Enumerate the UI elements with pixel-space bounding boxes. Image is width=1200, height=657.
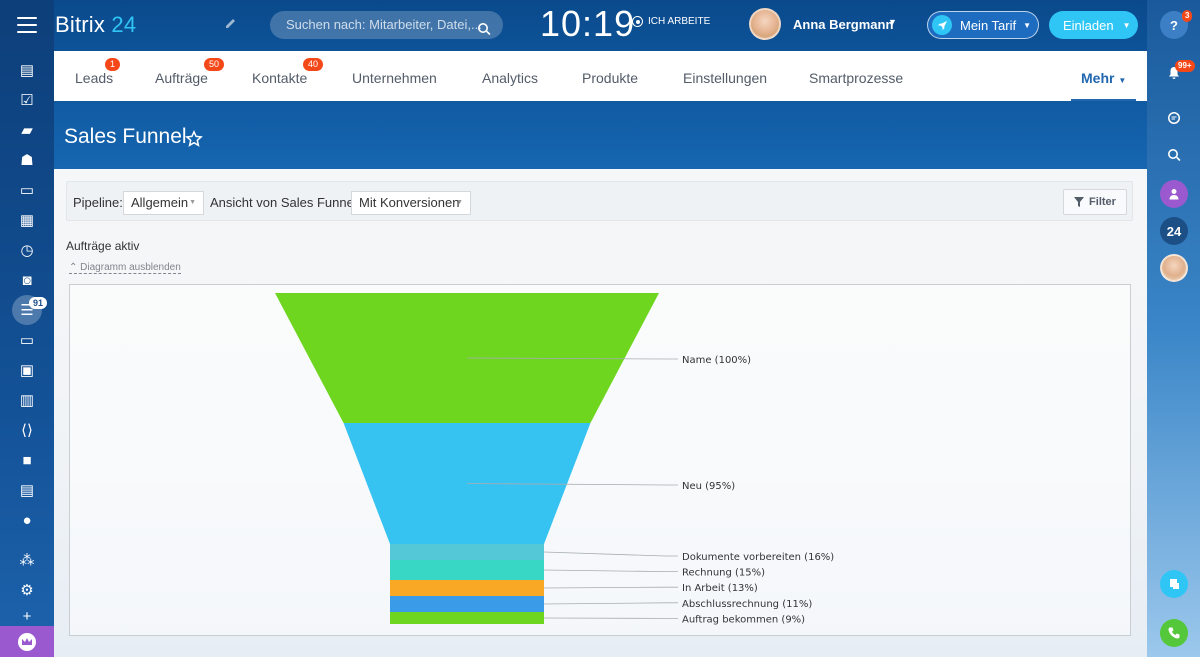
pipeline-select[interactable]: Allgemein ▼ [123, 191, 204, 215]
stage-label: Name (100%) [682, 355, 751, 366]
search-placeholder: Suchen nach: Mitarbeiter, Datei,... [286, 17, 482, 32]
sites-icon[interactable]: ▭ [17, 330, 37, 350]
chat-icon[interactable]: ▰ [17, 120, 37, 140]
stage-label: Dokumente vorbereiten (16%) [682, 552, 834, 563]
view-select[interactable]: Mit Konversionen ▼ [351, 191, 471, 215]
chevron-down-icon: ▼ [189, 199, 196, 206]
tab-produkte[interactable]: Produkte [582, 51, 638, 101]
tab-smartprozesse[interactable]: Smartprozesse [809, 51, 903, 101]
structure-icon[interactable]: ⁂ [17, 550, 37, 570]
stage-leader-line [543, 586, 678, 589]
phone-icon[interactable] [1160, 619, 1188, 647]
stage-leader-line [543, 551, 678, 557]
settings-icon[interactable]: ⚙ [17, 580, 37, 600]
funnel-stage [390, 544, 544, 560]
funnel-stage [390, 580, 544, 596]
tab-unternehmen[interactable]: Unternehmen [352, 51, 437, 101]
stage-label: In Arbeit (13%) [682, 583, 758, 594]
dev-icon[interactable]: ⟨⟩ [17, 420, 37, 440]
star-icon[interactable] [185, 129, 203, 148]
chevron-down-icon: ▼ [1122, 20, 1131, 30]
tab-auftraege[interactable]: Aufträge 50 [155, 51, 225, 101]
knowledge-icon[interactable]: ▥ [17, 390, 37, 410]
crown-icon [18, 632, 36, 651]
stage-leader-line [543, 602, 678, 605]
tab-einstellungen[interactable]: Einstellungen [683, 51, 767, 101]
search-icon[interactable] [1160, 141, 1188, 169]
filter-icon [1074, 197, 1085, 207]
rocket-icon [932, 15, 952, 35]
view-label: Ansicht von Sales Funnel: [210, 195, 361, 210]
right-sidebar [1147, 0, 1200, 657]
filter-button[interactable]: Filter [1063, 189, 1127, 215]
upgrade-button[interactable] [0, 626, 54, 657]
bitrix24-icon[interactable]: 24 [1160, 217, 1188, 245]
search-icon[interactable] [477, 18, 491, 36]
funnel-stage [390, 560, 544, 580]
add-icon[interactable]: + [17, 606, 37, 626]
stage-label: Neu (95%) [682, 481, 735, 492]
group-icon[interactable]: ☗ [17, 150, 37, 170]
leads-badge: 1 [105, 58, 121, 71]
feed-icon[interactable]: ▤ [17, 60, 37, 80]
stage-label: Abschlussrechnung (11%) [682, 599, 812, 610]
robot-icon[interactable]: ◙ [17, 270, 37, 290]
time-icon[interactable]: ◷ [17, 240, 37, 260]
contact-avatar[interactable] [1160, 254, 1188, 282]
user-group-icon[interactable] [1160, 180, 1188, 208]
work-status[interactable]: ICH ARBEITE [632, 16, 710, 27]
search-input[interactable]: Suchen nach: Mitarbeiter, Datei,... [270, 11, 503, 39]
chevron-down-icon[interactable]: ▼ [888, 17, 897, 27]
edit-logo-icon[interactable] [224, 16, 238, 30]
funnel-chart: Name (100%) Neu (95%) Dokumente vorbereite… [69, 284, 1131, 636]
pipeline-label: Pipeline: [73, 195, 123, 210]
user-avatar[interactable] [749, 8, 781, 40]
crm-counter-badge: 91 [29, 297, 48, 309]
chevron-down-icon: ▼ [1023, 20, 1032, 30]
stage-label: Auftrag bekommen (9%) [682, 614, 805, 625]
notifications-badge: 99+ [1175, 60, 1195, 72]
left-sidebar: ▤ ☑ ▰ ☗ ▭ ▦ ◷ ◙ ☰ ▭ ▣ ▥ ⟨⟩ ■ ▤ ● ⁂ ⚙ + 91 [0, 0, 54, 657]
funnel-stage [390, 596, 544, 612]
clock[interactable]: 10:19 [540, 3, 635, 45]
messenger-icon[interactable] [1160, 104, 1188, 132]
open-lines-icon[interactable] [1160, 570, 1188, 598]
tab-analytics[interactable]: Analytics [482, 51, 538, 101]
more-icon[interactable]: ● [17, 510, 37, 530]
auftraege-badge: 50 [204, 58, 225, 71]
menu-icon[interactable] [17, 17, 37, 33]
record-icon [632, 16, 643, 27]
content-area: Pipeline: Allgemein ▼ Ansicht von Sales … [54, 169, 1147, 657]
funnel-stage [390, 612, 544, 624]
calendar-icon[interactable]: ▦ [17, 210, 37, 230]
page-title: Sales Funnel [64, 125, 187, 148]
filter-bar: Pipeline: Allgemein ▼ Ansicht von Sales … [66, 181, 1133, 221]
tab-leads[interactable]: Leads 1 [75, 51, 121, 101]
hide-chart-link[interactable]: ⌃ Diagramm ausblenden [69, 262, 181, 274]
docs-icon[interactable]: ▤ [17, 480, 37, 500]
tab-mehr[interactable]: Mehr ▼ [1071, 51, 1137, 101]
section-title: Aufträge aktiv [66, 239, 140, 253]
app-logo[interactable]: Bitrix 24 [55, 12, 136, 38]
user-name[interactable]: Anna Bergmann [793, 17, 893, 32]
kontakte-badge: 40 [303, 58, 324, 71]
drive-icon[interactable]: ▭ [17, 180, 37, 200]
stage-leader-line [543, 569, 678, 573]
chevron-down-icon: ▼ [456, 199, 463, 206]
funnel-svg: Name (100%) Neu (95%) Dokumente vorbereite… [275, 293, 834, 625]
my-plan-button[interactable]: Mein Tarif ▼ [927, 11, 1039, 39]
tab-kontakte[interactable]: Kontakte 40 [252, 51, 324, 101]
stage-label: Rechnung (15%) [682, 568, 765, 579]
invite-button[interactable]: Einladen ▼ [1049, 11, 1138, 39]
video-icon[interactable]: ■ [17, 450, 37, 470]
contacts-icon[interactable]: ▣ [17, 360, 37, 380]
chevron-down-icon: ▼ [1118, 76, 1127, 85]
tasks-icon[interactable]: ☑ [17, 90, 37, 110]
crm-nav-tabs: Leads 1 Aufträge 50 Kontakte 40 Unternehmen… [54, 51, 1147, 101]
